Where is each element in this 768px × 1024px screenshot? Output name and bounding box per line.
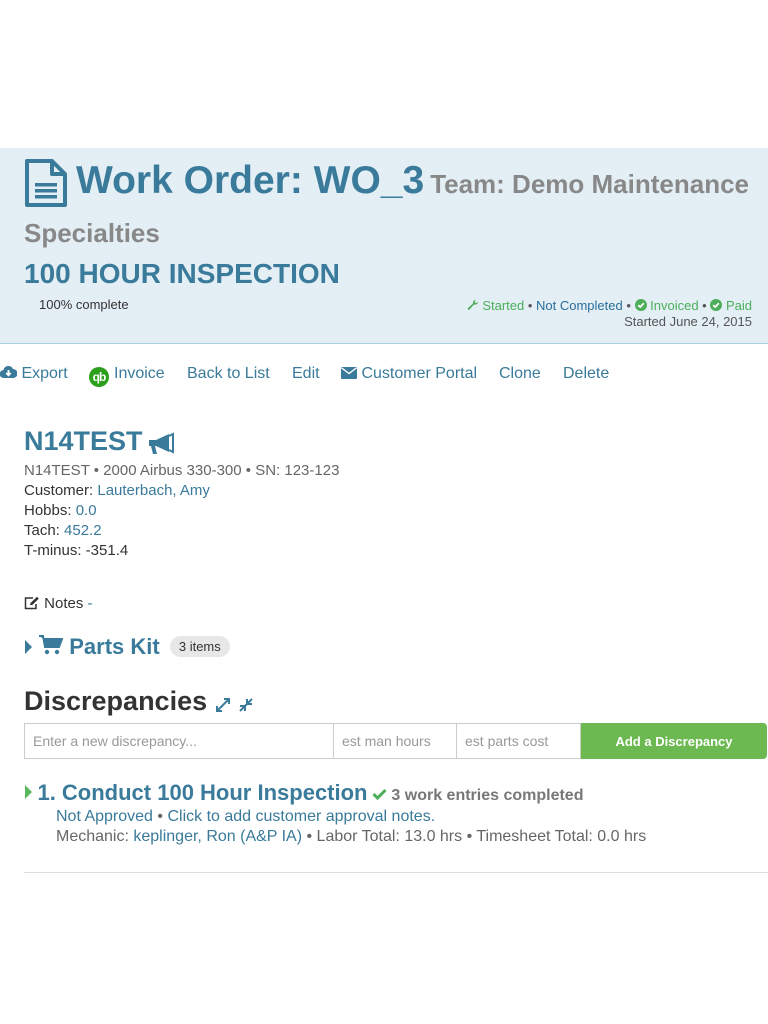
separator: • [622,298,635,313]
caret-right-icon [24,785,33,806]
parts-kit-label: Parts Kit [69,634,160,659]
quickbooks-icon: qb [89,367,109,387]
caret-right-icon [24,635,33,661]
approval-notes-link[interactable]: Click to add customer approval notes. [167,808,435,825]
shopping-cart-icon [39,635,64,661]
wrench-icon [467,299,479,314]
check-circle-icon [634,299,647,314]
started-date: Started June 24, 2015 [624,314,752,329]
mechanic-row: Mechanic: keplinger, Ron (A&P IA) • Labo… [56,828,646,846]
hobbs-label: Hobbs: [24,502,76,519]
notes-value-link[interactable]: - [88,595,93,612]
edit-icon [24,596,40,613]
divider [24,872,768,873]
mechanic-link[interactable]: keplinger, Ron (A&P IA) [133,828,302,845]
expand-icon[interactable] [215,687,231,718]
bullhorn-icon[interactable] [147,432,175,459]
status-line: Started • Not Completed • Invoiced • Pai… [467,298,752,314]
envelope-icon [341,365,357,383]
team-label-continued: Specialties [24,218,160,248]
cloud-download-icon [0,365,18,383]
tach-value[interactable]: 452.2 [64,522,102,539]
tach-row: Tach: 452.2 [24,522,102,539]
page-title: Work Order: WO_3 [76,159,425,202]
hobbs-row: Hobbs: 0.0 [24,502,97,519]
parts-count-badge: 3 items [169,636,230,657]
discrepancy-input[interactable] [24,723,334,759]
separator: • [524,298,537,313]
progress-text: 100% complete [39,297,129,312]
discrepancy-item: 1. Conduct 100 Hour Inspection 3 work en… [24,780,768,845]
export-label: Export [21,365,68,383]
team-label: Team: Demo Maintenance [430,169,750,199]
aircraft-tail-link[interactable]: N14TEST [24,426,143,456]
status-paid[interactable]: Paid [726,298,752,313]
invoice-button[interactable]: qb Invoice [89,365,165,387]
delete-link[interactable]: Delete [563,365,609,383]
mechanic-label: Mechanic: [56,828,134,845]
status-invoiced[interactable]: Invoiced [650,298,698,313]
export-button[interactable]: Export [0,365,68,383]
compress-icon[interactable] [238,687,254,718]
invoice-label: Invoice [114,365,165,382]
status-not-completed[interactable]: Not Completed [536,298,623,313]
back-to-list-link[interactable]: Back to List [187,365,270,383]
separator: • [152,808,168,825]
approval-row: Not Approved • Click to add customer app… [56,808,435,826]
aircraft-summary: N14TEST • 2000 Airbus 330-300 • SN: 123-… [24,462,340,479]
parts-kit-toggle[interactable]: Parts Kit 3 items [24,634,230,661]
inspection-title: 100 HOUR INSPECTION [24,258,340,289]
notes-row: Notes - [24,595,93,613]
customer-row: Customer: Lauterbach, Amy [24,482,210,499]
customer-portal-label: Customer Portal [361,365,478,383]
tach-label: Tach: [24,522,65,539]
discrepancy-header[interactable]: 1. Conduct 100 Hour Inspection 3 work en… [24,780,768,806]
customer-link[interactable]: Lauterbach, Amy [97,482,210,499]
discrepancies-heading: Discrepancies [24,686,254,718]
clone-link[interactable]: Clone [499,365,541,383]
add-discrepancy-button[interactable]: Add a Discrepancy [581,723,767,759]
separator: • [698,298,711,313]
customer-portal-button[interactable]: Customer Portal [341,365,477,383]
status-started[interactable]: Started [482,298,524,313]
work-entries-count: 3 work entries completed [391,787,584,804]
discrepancies-title: Discrepancies [24,686,208,716]
customer-label: Customer: [24,482,98,499]
hobbs-value[interactable]: 0.0 [76,502,97,519]
aircraft-heading: N14TEST [24,426,175,459]
tminus-row: T-minus: -351.4 [24,542,129,559]
work-order-header: Work Order: WO_3 Team: Demo Maintenance S… [0,148,768,344]
new-discrepancy-form: Add a Discrepancy [24,723,767,759]
approval-status-link[interactable]: Not Approved [56,808,153,825]
discrepancy-name[interactable]: 1. Conduct 100 Hour Inspection [37,780,367,805]
parts-cost-input[interactable] [456,723,581,759]
notes-label: Notes [44,595,84,612]
check-circle-icon [710,299,723,314]
check-icon [372,787,387,805]
edit-link[interactable]: Edit [292,365,320,383]
labor-totals: • Labor Total: 13.0 hrs • Timesheet Tota… [302,828,647,845]
man-hours-input[interactable] [333,723,457,759]
